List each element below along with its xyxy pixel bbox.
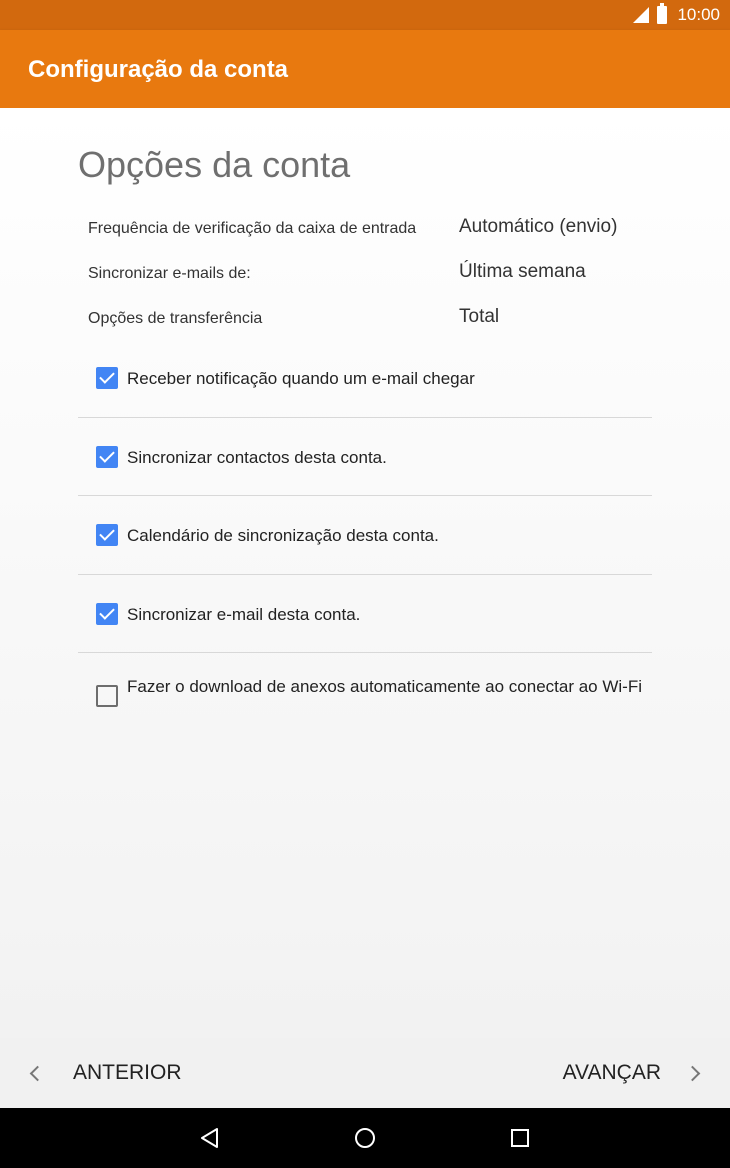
status-icons: 10:00 bbox=[633, 0, 720, 30]
app-bar: Configuração da conta bbox=[0, 30, 730, 108]
status-time: 10:00 bbox=[677, 5, 720, 24]
status-bar: 10:00 bbox=[0, 0, 730, 30]
app-title: Configuração da conta bbox=[28, 56, 289, 83]
previous-button-label: ANTERIOR bbox=[73, 1061, 182, 1084]
chevron-left-icon bbox=[29, 1065, 46, 1081]
checkbox-unchecked-icon[interactable] bbox=[96, 685, 118, 707]
section-title: Opções da conta bbox=[78, 144, 351, 185]
setting-sync-emails-from[interactable]: Sincronizar e-mails de: Última semana bbox=[88, 261, 668, 291]
divider bbox=[78, 417, 652, 418]
setting-label: Sincronizar e-mails de: bbox=[88, 265, 251, 282]
battery-icon bbox=[657, 3, 668, 24]
signal-icon bbox=[633, 7, 650, 23]
previous-button[interactable]: ANTERIOR bbox=[28, 1038, 182, 1108]
setting-inbox-check-frequency[interactable]: Frequência de verificação da caixa de en… bbox=[88, 216, 668, 246]
back-triangle-icon bbox=[201, 1128, 218, 1148]
checkbox-label: Sincronizar e-mail desta conta. bbox=[127, 605, 361, 624]
checkbox-label: Sincronizar contactos desta conta. bbox=[127, 448, 387, 467]
system-recent-apps-button[interactable] bbox=[505, 1123, 535, 1153]
setting-label: Frequência de verificação da caixa de en… bbox=[88, 220, 417, 237]
divider bbox=[78, 652, 652, 653]
next-button[interactable]: AVANÇAR bbox=[563, 1038, 702, 1108]
checkbox-checked-icon[interactable] bbox=[96, 603, 118, 625]
checkbox-checked-icon[interactable] bbox=[96, 524, 118, 546]
bottom-navigation-bar: ANTERIOR AVANÇAR bbox=[0, 1038, 730, 1108]
divider bbox=[78, 495, 652, 496]
chevron-right-icon bbox=[684, 1065, 701, 1081]
account-options-content: Opções da conta Frequência de verificaçã… bbox=[0, 108, 730, 1038]
checkbox-label: Receber notificação quando um e-mail che… bbox=[127, 369, 475, 388]
setting-value: Automático (envio) bbox=[459, 216, 618, 237]
system-back-button[interactable] bbox=[195, 1123, 225, 1153]
setting-label: Opções de transferência bbox=[88, 310, 263, 327]
checkbox-label: Calendário de sincronização desta conta. bbox=[127, 526, 439, 545]
divider bbox=[78, 574, 652, 575]
checkbox-row-auto-download-attachments[interactable]: Fazer o download de anexos automaticamen… bbox=[78, 676, 652, 728]
checkbox-checked-icon[interactable] bbox=[96, 446, 118, 468]
setting-value: Última semana bbox=[459, 261, 586, 282]
checkbox-row-sync-email[interactable]: Sincronizar e-mail desta conta. bbox=[78, 602, 652, 642]
system-home-button[interactable] bbox=[350, 1123, 380, 1153]
checkbox-row-sync-contacts[interactable]: Sincronizar contactos desta conta. bbox=[78, 445, 652, 485]
checkbox-row-email-notification[interactable]: Receber notificação quando um e-mail che… bbox=[78, 366, 652, 406]
home-circle-icon bbox=[355, 1128, 375, 1148]
checkbox-row-sync-calendar[interactable]: Calendário de sincronização desta conta. bbox=[78, 523, 652, 563]
next-button-label: AVANÇAR bbox=[562, 1061, 661, 1084]
setting-transfer-options[interactable]: Opções de transferência Total bbox=[88, 306, 668, 336]
checkbox-label: Fazer o download de anexos automaticamen… bbox=[127, 677, 642, 696]
system-navigation-bar bbox=[0, 1108, 730, 1168]
recent-apps-square-icon bbox=[511, 1129, 529, 1147]
setting-value: Total bbox=[459, 306, 500, 327]
checkbox-checked-icon[interactable] bbox=[96, 367, 118, 389]
